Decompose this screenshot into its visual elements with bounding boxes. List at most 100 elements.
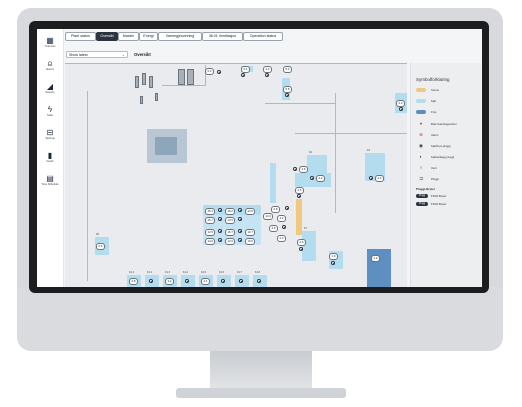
sensor-icon[interactable] — [285, 93, 289, 97]
sidebar-item-alarms[interactable]: ⍝ Alarms — [37, 59, 63, 71]
sensor-value[interactable]: 4.4 — [263, 66, 272, 73]
sensor-value[interactable]: 6.1 — [241, 66, 250, 73]
sensor-value[interactable]: 12.6 — [225, 238, 236, 245]
sensor-value[interactable]: 14.6 — [205, 238, 216, 245]
alarm-icon: ⊗ — [419, 132, 423, 137]
sensor-value[interactable]: 2.5 — [295, 187, 304, 194]
freezer-zone — [367, 249, 391, 287]
sensor-icon[interactable] — [257, 279, 261, 283]
room-block — [155, 137, 177, 155]
sensor-icon[interactable] — [238, 238, 242, 242]
sensor-value[interactable]: 2.4 — [375, 175, 384, 182]
tab-varmegjenvinning[interactable]: Varmegjenvinning — [158, 32, 202, 41]
room-label: K1.1 — [129, 271, 134, 274]
sensor-icon[interactable] — [285, 206, 289, 210]
room-label: K2 — [309, 151, 312, 154]
sensor-value[interactable]: 15.4 — [205, 208, 216, 215]
room-label: K1.8 — [255, 271, 260, 274]
sidebar-item-settings[interactable]: ⊟ Settings — [37, 128, 63, 140]
sensor-value[interactable]: 2.6 — [96, 243, 105, 250]
sensor-icon[interactable] — [241, 73, 245, 77]
sensor-value[interactable]: 16.7 — [225, 229, 236, 236]
sensor-icon[interactable] — [293, 167, 297, 171]
sensor-icon[interactable] — [221, 279, 225, 283]
page-title: Oversikt — [134, 52, 151, 57]
sensor-value[interactable]: 13.5 — [205, 229, 216, 236]
sidebar-item-stats[interactable]: ϟ Stats — [37, 105, 63, 117]
sidebar-item-time-schedule[interactable]: ▤ Time Schedule — [37, 174, 63, 186]
sensor-value[interactable]: 13.4 — [263, 213, 274, 220]
sensor-icon[interactable] — [399, 107, 403, 111]
bryter-tag: Plugg — [416, 193, 428, 198]
sensor-value[interactable]: 10.6 — [245, 238, 256, 245]
monitor-stand-neck — [210, 351, 312, 391]
sensor-icon[interactable] — [265, 73, 269, 77]
sensor-value[interactable]: 2.3 — [277, 235, 286, 242]
cooling-zone — [295, 173, 331, 187]
sidebar-item-graph[interactable]: ▮ Graph — [37, 151, 63, 163]
sensor-icon[interactable] — [218, 229, 222, 233]
sensor-value[interactable]: 4.1 — [201, 278, 210, 285]
sensor-value[interactable]: 2.3 — [396, 100, 405, 107]
sensor-icon[interactable] — [282, 225, 286, 229]
wall-line — [65, 63, 407, 64]
sensor-value[interactable]: 3.2 — [165, 278, 174, 285]
sensor-icon[interactable] — [299, 247, 303, 251]
sensor-icon[interactable] — [149, 279, 153, 283]
sensor-value[interactable]: 13.5 — [245, 208, 256, 215]
tab-oversikt[interactable]: Oversikt — [96, 32, 118, 41]
sensor-value[interactable]: 18.2 — [225, 208, 236, 215]
sensor-icon[interactable] — [218, 217, 222, 221]
sensor-value[interactable]: 5.8 — [283, 86, 292, 93]
sensor-value[interactable]: 5.3 — [283, 66, 292, 73]
sensor-icon[interactable] — [238, 229, 242, 233]
sensor-icon[interactable] — [310, 176, 314, 180]
cooling-zone — [307, 155, 327, 173]
sonne-swatch — [416, 87, 426, 92]
sensor-icon[interactable] — [218, 208, 222, 212]
machine-unit — [149, 76, 153, 88]
cooling-zone — [270, 163, 276, 203]
sensor-value[interactable]: 1.9 — [329, 253, 338, 260]
sensor-icon[interactable] — [185, 279, 189, 283]
sensor-icon[interactable] — [217, 70, 221, 74]
machine-unit — [142, 73, 146, 85]
tab-maskin[interactable]: Maskin — [118, 32, 139, 41]
floor-plan: K1.1 K1.2 K1.3 K1.4 K1.5 K1.6 K1.7 K1.8 … — [65, 63, 407, 287]
tab-plant-status[interactable]: Plant status — [65, 32, 96, 41]
sensor-value[interactable]: 2.2 — [316, 175, 325, 182]
machine-unit — [135, 76, 139, 88]
time-select[interactable]: Show latest ⌄ — [66, 51, 128, 58]
sensor-value[interactable]: 2.6 — [297, 239, 306, 246]
tab-energi[interactable]: Energi — [139, 32, 158, 41]
sensor-icon[interactable] — [238, 217, 242, 221]
sensor-value[interactable]: 15.7 — [205, 217, 216, 224]
monitor-chin — [17, 287, 503, 351]
wall-line — [335, 93, 336, 213]
legend-title: Symbolforklaring — [416, 77, 450, 82]
sensor-value[interactable]: 2.8 — [271, 206, 280, 213]
sensor-icon[interactable] — [369, 176, 373, 180]
sidebar-item-overview[interactable]: ▦ Overview — [37, 36, 63, 48]
wall-line — [295, 133, 407, 134]
sensor-value[interactable]: 10.7 — [245, 229, 256, 236]
sensor-value[interactable]: 4.2 — [277, 215, 286, 222]
sensor-icon[interactable] — [331, 261, 335, 265]
sidebar-item-reports[interactable]: ◢ Reports — [37, 82, 63, 94]
sensor-icon[interactable] — [297, 194, 301, 198]
plug-sensor-icon: ◉ — [419, 143, 423, 148]
sensor-value[interactable]: 2.9 — [371, 255, 380, 262]
tab-operation-status[interactable]: Operation status — [243, 32, 283, 41]
sensor-value[interactable]: 3.6 — [299, 166, 308, 173]
machine-unit — [178, 69, 185, 85]
sensor-value[interactable]: 13.9 — [225, 217, 236, 224]
sensor-value[interactable]: 2.8 — [129, 278, 138, 285]
sensor-icon[interactable] — [218, 238, 222, 242]
sensor-icon[interactable] — [238, 208, 242, 212]
sensor-value[interactable]: 3.8 — [269, 225, 278, 232]
room-label: K1.3 — [165, 271, 170, 274]
tab-ventilasjon[interactable]: 36.01 Ventilasjon — [202, 32, 243, 41]
sensor-icon[interactable] — [239, 279, 243, 283]
cooling-icon: ◐ — [419, 154, 423, 159]
sensor-value[interactable]: 5.2 — [205, 68, 214, 75]
